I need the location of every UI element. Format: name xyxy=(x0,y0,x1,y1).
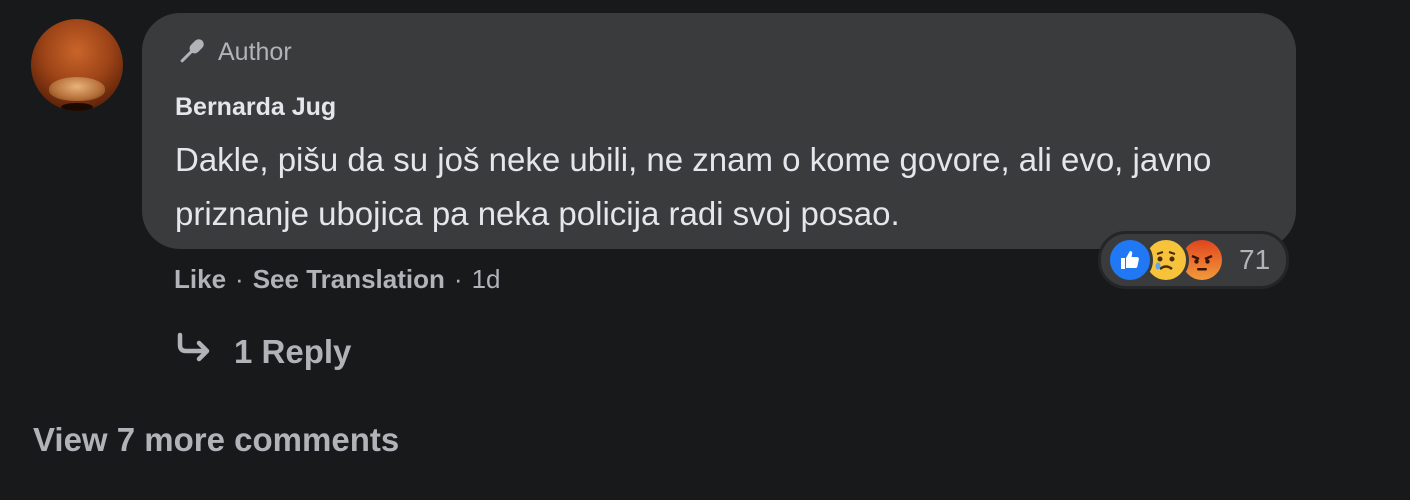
avatar[interactable] xyxy=(31,19,123,111)
author-badge: Author xyxy=(174,35,292,69)
comment-bubble: Author Bernarda Jug Dakle, pišu da su jo… xyxy=(142,13,1296,249)
see-translation-button[interactable]: See Translation xyxy=(253,264,445,295)
microphone-icon xyxy=(174,35,208,69)
comment-timestamp[interactable]: 1d xyxy=(472,264,501,295)
like-icon xyxy=(1107,237,1153,283)
separator: · xyxy=(453,264,463,294)
like-button[interactable]: Like xyxy=(174,264,226,295)
reply-arrow-icon xyxy=(174,332,214,372)
comment-actions: Like · See Translation · 1d xyxy=(174,264,500,295)
reactions-summary[interactable]: 71 xyxy=(1098,231,1290,289)
avatar-snout xyxy=(49,77,105,101)
comment-text: Dakle, pišu da su još neke ubili, ne zna… xyxy=(175,141,1212,232)
view-more-comments-link[interactable]: View 7 more comments xyxy=(33,421,399,459)
view-replies-button[interactable]: 1 Reply xyxy=(174,332,351,372)
commenter-name[interactable]: Bernarda Jug xyxy=(175,93,336,122)
replies-label: 1 Reply xyxy=(234,333,352,370)
author-badge-label: Author xyxy=(218,37,292,66)
reaction-count: 71 xyxy=(1239,244,1271,275)
separator: · xyxy=(235,264,244,294)
avatar-shadow xyxy=(61,103,93,111)
comment-thread: Author Bernarda Jug Dakle, pišu da su jo… xyxy=(0,0,1410,500)
